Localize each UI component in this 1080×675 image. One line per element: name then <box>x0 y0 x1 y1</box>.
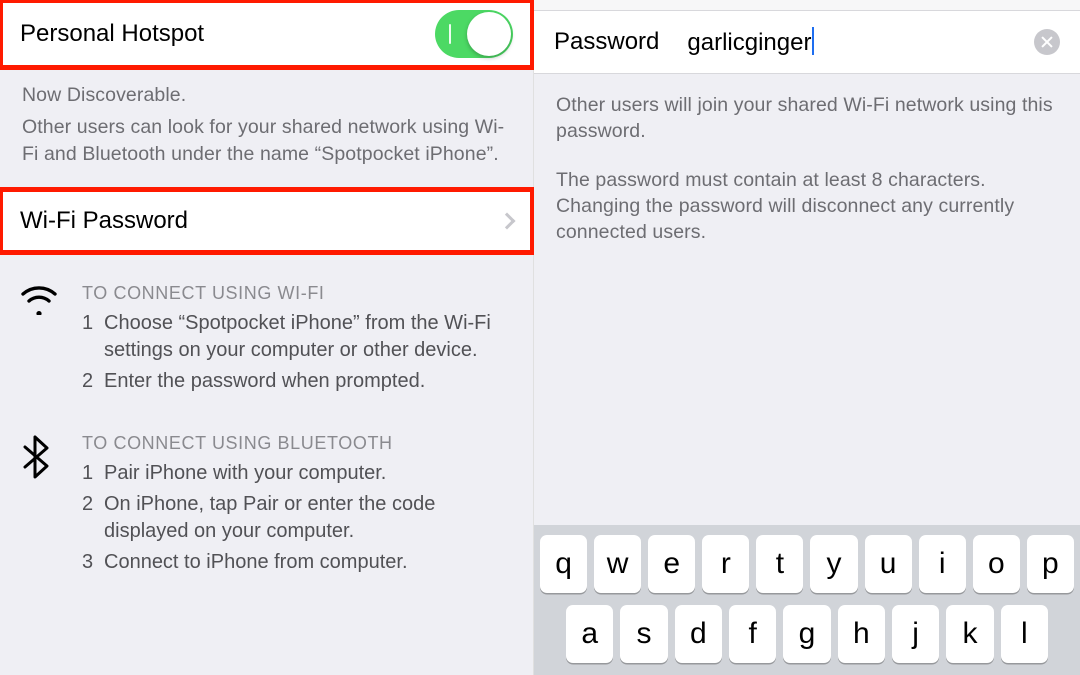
onscreen-keyboard: qwertyuiop asdfghjkl <box>534 525 1080 675</box>
wifi-step-2: 2 Enter the password when prompted. <box>82 368 513 395</box>
password-help-1: Other users will join your shared Wi-Fi … <box>556 92 1058 145</box>
key-k[interactable]: k <box>946 605 993 663</box>
personal-hotspot-row[interactable]: Personal Hotspot <box>0 0 533 68</box>
keyboard-row-2: asdfghjkl <box>540 605 1074 663</box>
key-i[interactable]: i <box>919 535 966 593</box>
text-cursor <box>812 27 814 55</box>
personal-hotspot-label: Personal Hotspot <box>20 20 204 48</box>
key-d[interactable]: d <box>675 605 722 663</box>
wifi-step-1: 1 Choose “Spotpocket iPhone” from the Wi… <box>82 310 513 364</box>
password-value-text: garlicginger <box>687 29 811 56</box>
discoverable-body: Other users can look for your shared net… <box>22 114 511 167</box>
password-help-2: The password must contain at least 8 cha… <box>556 167 1058 246</box>
wifi-password-row[interactable]: Wi-Fi Password <box>0 189 533 253</box>
password-input[interactable]: garlicginger <box>687 27 1034 57</box>
bt-instructions-title: TO CONNECT USING BLUETOOTH <box>82 433 513 454</box>
discoverable-description: Now Discoverable. Other users can look f… <box>0 68 533 189</box>
key-f[interactable]: f <box>729 605 776 663</box>
key-p[interactable]: p <box>1027 535 1074 593</box>
hotspot-toggle[interactable] <box>435 10 513 58</box>
discoverable-title: Now Discoverable. <box>22 82 511 108</box>
key-j[interactable]: j <box>892 605 939 663</box>
key-s[interactable]: s <box>620 605 667 663</box>
connect-wifi-instructions: TO CONNECT USING WI-FI 1 Choose “Spotpoc… <box>0 267 533 407</box>
key-u[interactable]: u <box>865 535 912 593</box>
password-help: Other users will join your shared Wi-Fi … <box>534 74 1080 268</box>
password-row[interactable]: Password garlicginger <box>534 10 1080 74</box>
key-t[interactable]: t <box>756 535 803 593</box>
wifi-instructions-title: TO CONNECT USING WI-FI <box>82 283 513 304</box>
key-q[interactable]: q <box>540 535 587 593</box>
connect-bluetooth-instructions: TO CONNECT USING BLUETOOTH 1 Pair iPhone… <box>0 417 533 588</box>
key-y[interactable]: y <box>810 535 857 593</box>
password-edit-pane: Password garlicginger Other users will j… <box>534 0 1080 675</box>
hotspot-settings-pane: Personal Hotspot Now Discoverable. Other… <box>0 0 534 675</box>
key-l[interactable]: l <box>1001 605 1048 663</box>
key-r[interactable]: r <box>702 535 749 593</box>
wifi-icon <box>20 283 82 399</box>
bt-step-1: 1 Pair iPhone with your computer. <box>82 460 513 487</box>
key-g[interactable]: g <box>783 605 830 663</box>
chevron-right-icon <box>499 212 516 229</box>
bt-step-3: 3 Connect to iPhone from computer. <box>82 549 513 576</box>
wifi-password-label: Wi-Fi Password <box>20 207 188 235</box>
keyboard-row-1: qwertyuiop <box>540 535 1074 593</box>
key-w[interactable]: w <box>594 535 641 593</box>
key-a[interactable]: a <box>566 605 613 663</box>
bluetooth-icon <box>20 433 82 580</box>
password-label: Password <box>554 28 659 56</box>
key-o[interactable]: o <box>973 535 1020 593</box>
key-e[interactable]: e <box>648 535 695 593</box>
clear-text-icon[interactable] <box>1034 29 1060 55</box>
bt-step-2: 2 On iPhone, tap Pair or enter the code … <box>82 491 513 545</box>
nav-spacer <box>534 0 1080 10</box>
key-h[interactable]: h <box>838 605 885 663</box>
